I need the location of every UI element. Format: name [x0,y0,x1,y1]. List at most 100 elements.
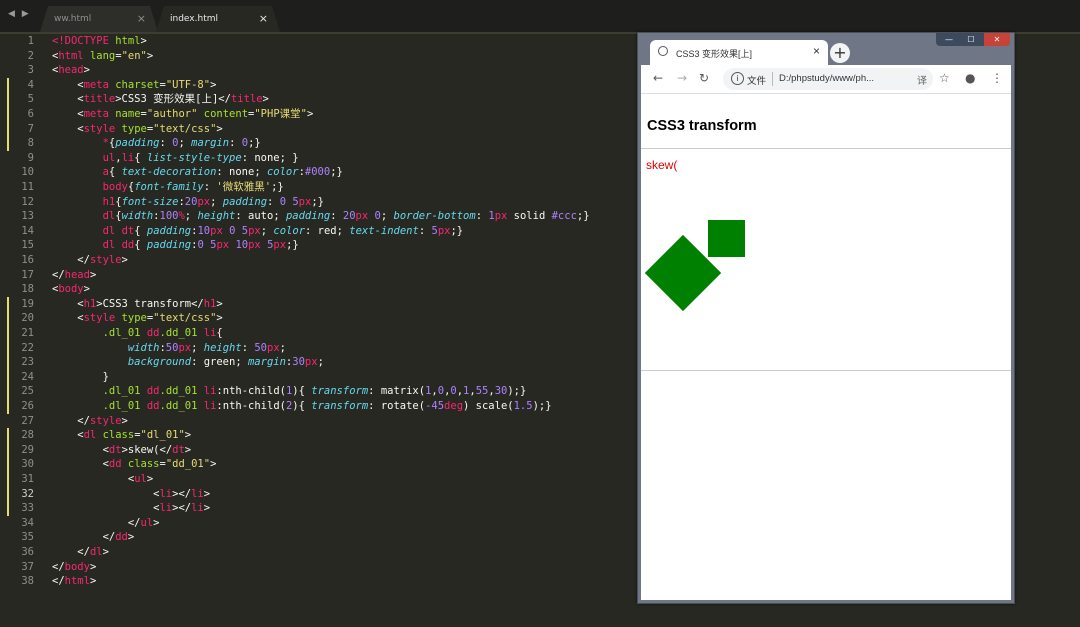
tab-index-html[interactable]: index.html × [156,6,280,32]
code-line[interactable]: 9 ul,li{ list-style-type: none; } [6,151,646,165]
code-text[interactable]: dl{width:100%; height: auto; padding: 20… [52,209,590,223]
code-line[interactable]: 19 <h1>CSS3 transform</h1> [6,297,646,311]
code-line[interactable]: 20 <style type="text/css"> [6,311,646,325]
code-line[interactable]: 10 a{ text-decoration: none; color:#000;… [6,165,646,179]
code-text[interactable]: <dt>skew(</dt> [52,443,192,457]
new-tab-button[interactable]: + [830,43,850,63]
code-line[interactable]: 26 .dl_01 dd.dd_01 li:nth-child(2){ tran… [6,399,646,413]
code-text[interactable]: .dl_01 dd.dd_01 li{ [52,326,223,340]
url-text[interactable]: D:/phpstudy/www/ph... [779,73,874,84]
code-text[interactable]: <title>CSS3 变形效果[上]</title> [52,92,269,106]
code-line[interactable]: 5 <title>CSS3 变形效果[上]</title> [6,92,646,106]
code-line[interactable]: 33 <li></li> [6,501,646,515]
code-line[interactable]: 1 <!DOCTYPE html> [6,34,646,48]
code-text[interactable]: .dl_01 dd.dd_01 li:nth-child(2){ transfo… [52,399,552,413]
code-text[interactable]: </style> [52,414,128,428]
code-line[interactable]: 12 h1{font-size:20px; padding: 0 5px;} [6,195,646,209]
code-text[interactable]: </dl> [52,545,109,559]
code-text[interactable]: </ul> [52,516,160,530]
line-number: 18 [21,283,34,296]
translated-square [708,220,745,257]
code-text[interactable]: <!DOCTYPE html> [52,34,147,48]
code-line[interactable]: 22 width:50px; height: 50px; [6,341,646,355]
code-line[interactable]: 37 </body> [6,560,646,574]
code-editor[interactable]: 1 <!DOCTYPE html> 2 <html lang="en"> 3 <head>… [6,34,646,624]
code-line[interactable]: 35 </dd> [6,530,646,544]
tab-ww-html[interactable]: ww.html × [40,6,158,32]
code-text[interactable]: <style type="text/css"> [52,311,222,325]
code-line[interactable]: 25 .dl_01 dd.dd_01 li:nth-child(1){ tran… [6,384,646,398]
code-text[interactable]: <li></li> [52,501,210,515]
code-line[interactable]: 3 <head> [6,63,646,77]
back-icon[interactable]: ← [653,71,663,85]
code-text[interactable]: <dl class="dl_01"> [52,428,191,442]
code-line[interactable]: 32 <li></li> [6,487,646,501]
code-text[interactable]: <li></li> [52,487,210,501]
code-line[interactable]: 14 dl dt{ padding:10px 0 5px; color: red… [6,224,646,238]
code-line[interactable]: 18 <body> [6,282,646,296]
address-bar[interactable]: i 文件 D:/phpstudy/www/ph... 译 [723,68,933,90]
profile-icon[interactable]: ● [965,71,975,85]
code-line[interactable]: 23 background: green; margin:30px; [6,355,646,369]
code-text[interactable]: <dd class="dd_01"> [52,457,217,471]
code-text[interactable]: </head> [52,268,96,282]
browser-tab[interactable]: CSS3 变形效果[上] × [650,40,828,65]
code-text[interactable]: *{padding: 0; margin: 0;} [52,136,261,150]
code-text[interactable]: <meta name="author" content="PHP课堂"> [52,107,313,121]
code-line[interactable]: 34 </ul> [6,516,646,530]
tab-nav-arrows[interactable]: ◀ ▶ [8,9,31,19]
code-line[interactable]: 2 <html lang="en"> [6,49,646,63]
code-text[interactable]: <h1>CSS3 transform</h1> [52,297,222,311]
minimize-button[interactable]: — [938,33,960,46]
code-text[interactable]: ul,li{ list-style-type: none; } [52,151,299,165]
info-icon[interactable]: i [731,72,744,85]
code-line[interactable]: 24 } [6,370,646,384]
code-line[interactable]: 28 <dl class="dl_01"> [6,428,646,442]
code-text[interactable]: dl dd{ padding:0 5px 10px 5px;} [52,238,299,252]
code-text[interactable]: <ul> [52,472,153,486]
code-line[interactable]: 27 </style> [6,414,646,428]
reload-icon[interactable]: ↻ [699,71,709,85]
code-line[interactable]: 16 </style> [6,253,646,267]
code-text[interactable]: <head> [52,63,90,77]
code-line[interactable]: 15 dl dd{ padding:0 5px 10px 5px;} [6,238,646,252]
code-text[interactable]: </body> [52,560,96,574]
close-icon[interactable]: × [813,44,820,58]
forward-icon[interactable]: → [677,71,687,85]
code-text[interactable]: <meta charset="UTF-8"> [52,78,216,92]
translate-icon[interactable]: 译 [917,72,927,87]
close-window-button[interactable]: ✕ [984,33,1010,46]
code-line[interactable]: 8 *{padding: 0; margin: 0;} [6,136,646,150]
code-line[interactable]: 29 <dt>skew(</dt> [6,443,646,457]
code-text[interactable]: <html lang="en"> [52,49,153,63]
code-text[interactable]: background: green; margin:30px; [52,355,324,369]
code-line[interactable]: 11 body{font-family: '微软雅黑';} [6,180,646,194]
code-line[interactable]: 38 </html> [6,574,646,588]
maximize-button[interactable]: ☐ [960,33,982,46]
code-text[interactable]: </style> [52,253,128,267]
menu-icon[interactable]: ⋮ [991,71,1003,85]
code-text[interactable]: h1{font-size:20px; padding: 0 5px;} [52,195,324,209]
code-text[interactable]: .dl_01 dd.dd_01 li:nth-child(1){ transfo… [52,384,527,398]
code-text[interactable]: dl dt{ padding:10px 0 5px; color: red; t… [52,224,464,238]
code-line[interactable]: 7 <style type="text/css"> [6,122,646,136]
code-line[interactable]: 36 </dl> [6,545,646,559]
code-line[interactable]: 30 <dd class="dd_01"> [6,457,646,471]
code-text[interactable]: </html> [52,574,96,588]
code-text[interactable]: body{font-family: '微软雅黑';} [52,180,284,194]
code-text[interactable]: </dd> [52,530,135,544]
code-line[interactable]: 6 <meta name="author" content="PHP课堂"> [6,107,646,121]
code-text[interactable]: <style type="text/css"> [52,122,222,136]
code-text[interactable]: width:50px; height: 50px; [52,341,286,355]
close-icon[interactable]: × [259,12,268,25]
code-line[interactable]: 13 dl{width:100%; height: auto; padding:… [6,209,646,223]
code-line[interactable]: 4 <meta charset="UTF-8"> [6,78,646,92]
star-icon[interactable]: ☆ [939,71,950,85]
code-line[interactable]: 31 <ul> [6,472,646,486]
code-line[interactable]: 21 .dl_01 dd.dd_01 li{ [6,326,646,340]
code-text[interactable]: a{ text-decoration: none; color:#000;} [52,165,343,179]
close-icon[interactable]: × [137,12,146,25]
code-line[interactable]: 17 </head> [6,268,646,282]
code-text[interactable]: } [52,370,109,384]
code-text[interactable]: <body> [52,282,90,296]
